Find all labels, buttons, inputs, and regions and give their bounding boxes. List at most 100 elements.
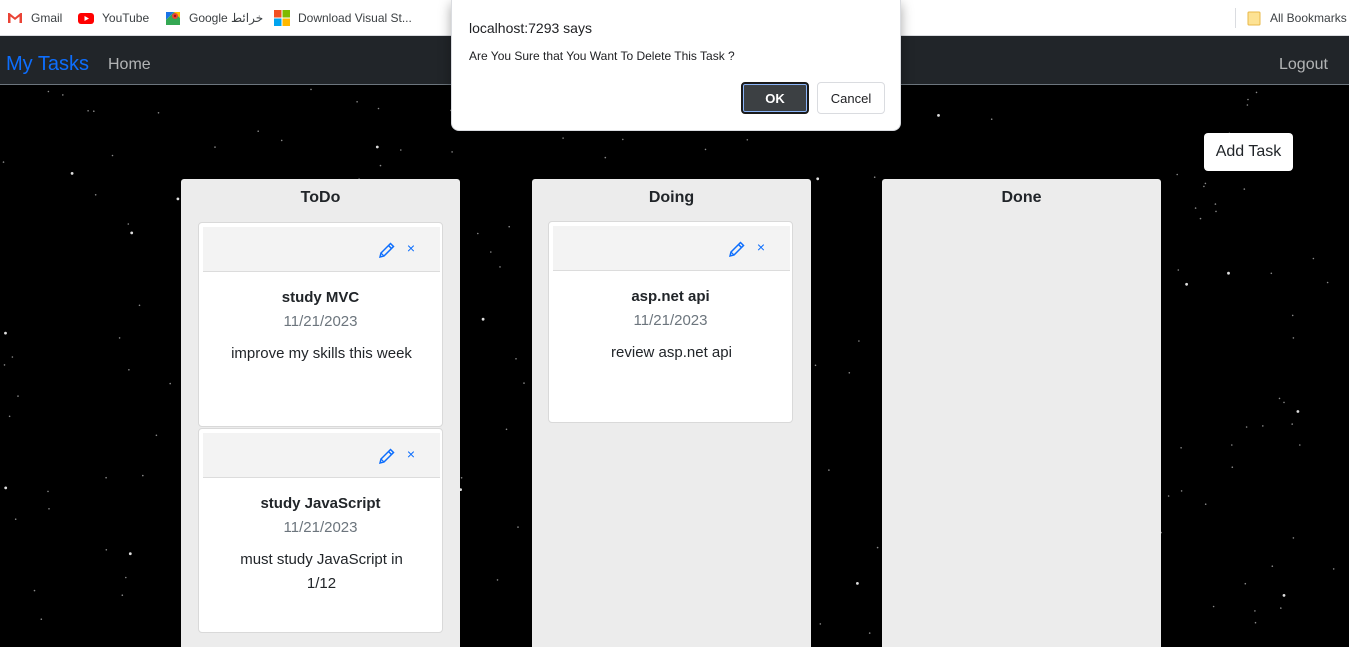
star-dot <box>622 138 624 141</box>
star-dot <box>523 382 525 384</box>
dialog-message: Are You Sure that You Want To Delete Thi… <box>469 49 735 63</box>
star-dot <box>1292 337 1295 339</box>
star-dot <box>848 372 851 374</box>
star-dot <box>17 395 19 397</box>
star-dot <box>356 101 358 103</box>
task-title: asp.net api <box>631 288 710 305</box>
star-dot <box>48 508 50 510</box>
star-dot <box>990 118 993 120</box>
close-icon[interactable]: × <box>404 444 418 464</box>
star-dot <box>704 148 707 151</box>
star-dot <box>1283 401 1285 404</box>
ok-button[interactable]: OK <box>741 82 809 114</box>
star-dot <box>14 518 17 520</box>
star-dot <box>1199 217 1202 220</box>
star-dot <box>47 490 49 493</box>
star-dot <box>176 197 180 201</box>
star-dot <box>169 382 171 385</box>
star-dot <box>2 161 5 163</box>
column-todo: ToDo × study MVC 11/21/2023 improve my s… <box>181 179 460 647</box>
star-dot <box>1231 444 1233 446</box>
star-dot <box>477 232 479 235</box>
star-dot <box>1291 314 1294 317</box>
star-dot <box>62 94 64 96</box>
close-icon[interactable]: × <box>754 237 768 257</box>
star-dot <box>4 331 7 335</box>
nav-logout-link[interactable]: Logout <box>1279 56 1328 74</box>
pencil-icon[interactable] <box>377 240 397 260</box>
star-dot <box>157 112 160 114</box>
star-dot <box>517 526 519 528</box>
star-dot <box>819 623 822 625</box>
star-dot <box>1227 271 1230 275</box>
task-date: 11/21/2023 <box>633 312 708 329</box>
pencil-icon[interactable] <box>377 446 397 466</box>
star-dot <box>400 149 402 151</box>
star-dot <box>128 552 132 556</box>
star-dot <box>1291 423 1293 425</box>
task-description: must study JavaScript in 1/12 <box>240 551 403 592</box>
star-dot <box>33 589 36 592</box>
close-icon[interactable]: × <box>404 238 418 258</box>
star-dot <box>1247 98 1249 101</box>
star-dot <box>496 579 499 581</box>
task-description: review asp.net api <box>611 344 732 361</box>
star-dot <box>1176 173 1178 176</box>
star-dot <box>377 107 380 110</box>
brand-link[interactable]: My Tasks <box>6 53 89 76</box>
windows-icon <box>274 10 290 26</box>
star-dot <box>87 110 89 112</box>
star-dot <box>460 477 463 479</box>
column-title: ToDo <box>300 189 341 206</box>
pencil-icon[interactable] <box>727 239 747 259</box>
all-bookmarks-button[interactable]: All Bookmarks <box>1246 9 1347 27</box>
column-doing: Doing × asp.net api 11/21/2023 review as… <box>532 179 811 647</box>
star-dot <box>1212 605 1215 608</box>
star-dot <box>508 225 511 228</box>
star-dot <box>257 130 260 132</box>
star-dot <box>873 176 876 178</box>
card-header: × <box>203 227 440 272</box>
star-dot <box>1180 447 1182 449</box>
bookmark-gmail[interactable]: Gmail <box>7 9 62 27</box>
star-dot <box>379 164 382 167</box>
card-header: × <box>553 226 790 271</box>
star-dot <box>499 266 501 268</box>
star-dot <box>1215 210 1217 213</box>
bookmark-google-maps[interactable]: Google خرائط <box>165 9 263 27</box>
star-dot <box>138 304 141 307</box>
star-dot <box>1244 582 1247 585</box>
star-dot <box>858 340 860 342</box>
star-dot <box>4 486 8 490</box>
add-task-button[interactable]: Add Task <box>1204 133 1293 171</box>
star-dot <box>1326 281 1329 284</box>
star-dot <box>1312 257 1315 260</box>
star-dot <box>604 156 607 159</box>
star-dot <box>375 145 379 149</box>
star-dot <box>1231 466 1234 469</box>
star-dot <box>868 632 871 634</box>
youtube-icon <box>78 13 94 24</box>
star-dot <box>130 231 134 235</box>
star-dot <box>1254 621 1257 624</box>
star-dot <box>505 428 508 431</box>
star-dot <box>214 146 216 148</box>
star-dot <box>1243 188 1246 190</box>
bookmark-label: Gmail <box>31 11 63 25</box>
star-dot <box>562 137 564 139</box>
star-dot <box>1254 610 1256 612</box>
bookmark-download-visual-studio[interactable]: Download Visual St... <box>274 9 412 27</box>
cancel-button[interactable]: Cancel <box>817 82 885 114</box>
star-dot <box>451 151 453 153</box>
nav-home-link[interactable]: Home <box>108 56 151 74</box>
star-dot <box>1299 444 1301 446</box>
star-dot <box>94 194 97 196</box>
bookmark-youtube[interactable]: YouTube <box>78 9 149 27</box>
star-dot <box>1204 503 1207 506</box>
google-maps-icon <box>166 12 180 25</box>
card-header: × <box>203 433 440 478</box>
star-dot <box>105 549 108 551</box>
star-dot <box>1262 425 1264 427</box>
gmail-icon <box>8 13 22 23</box>
star-dot <box>876 546 879 549</box>
